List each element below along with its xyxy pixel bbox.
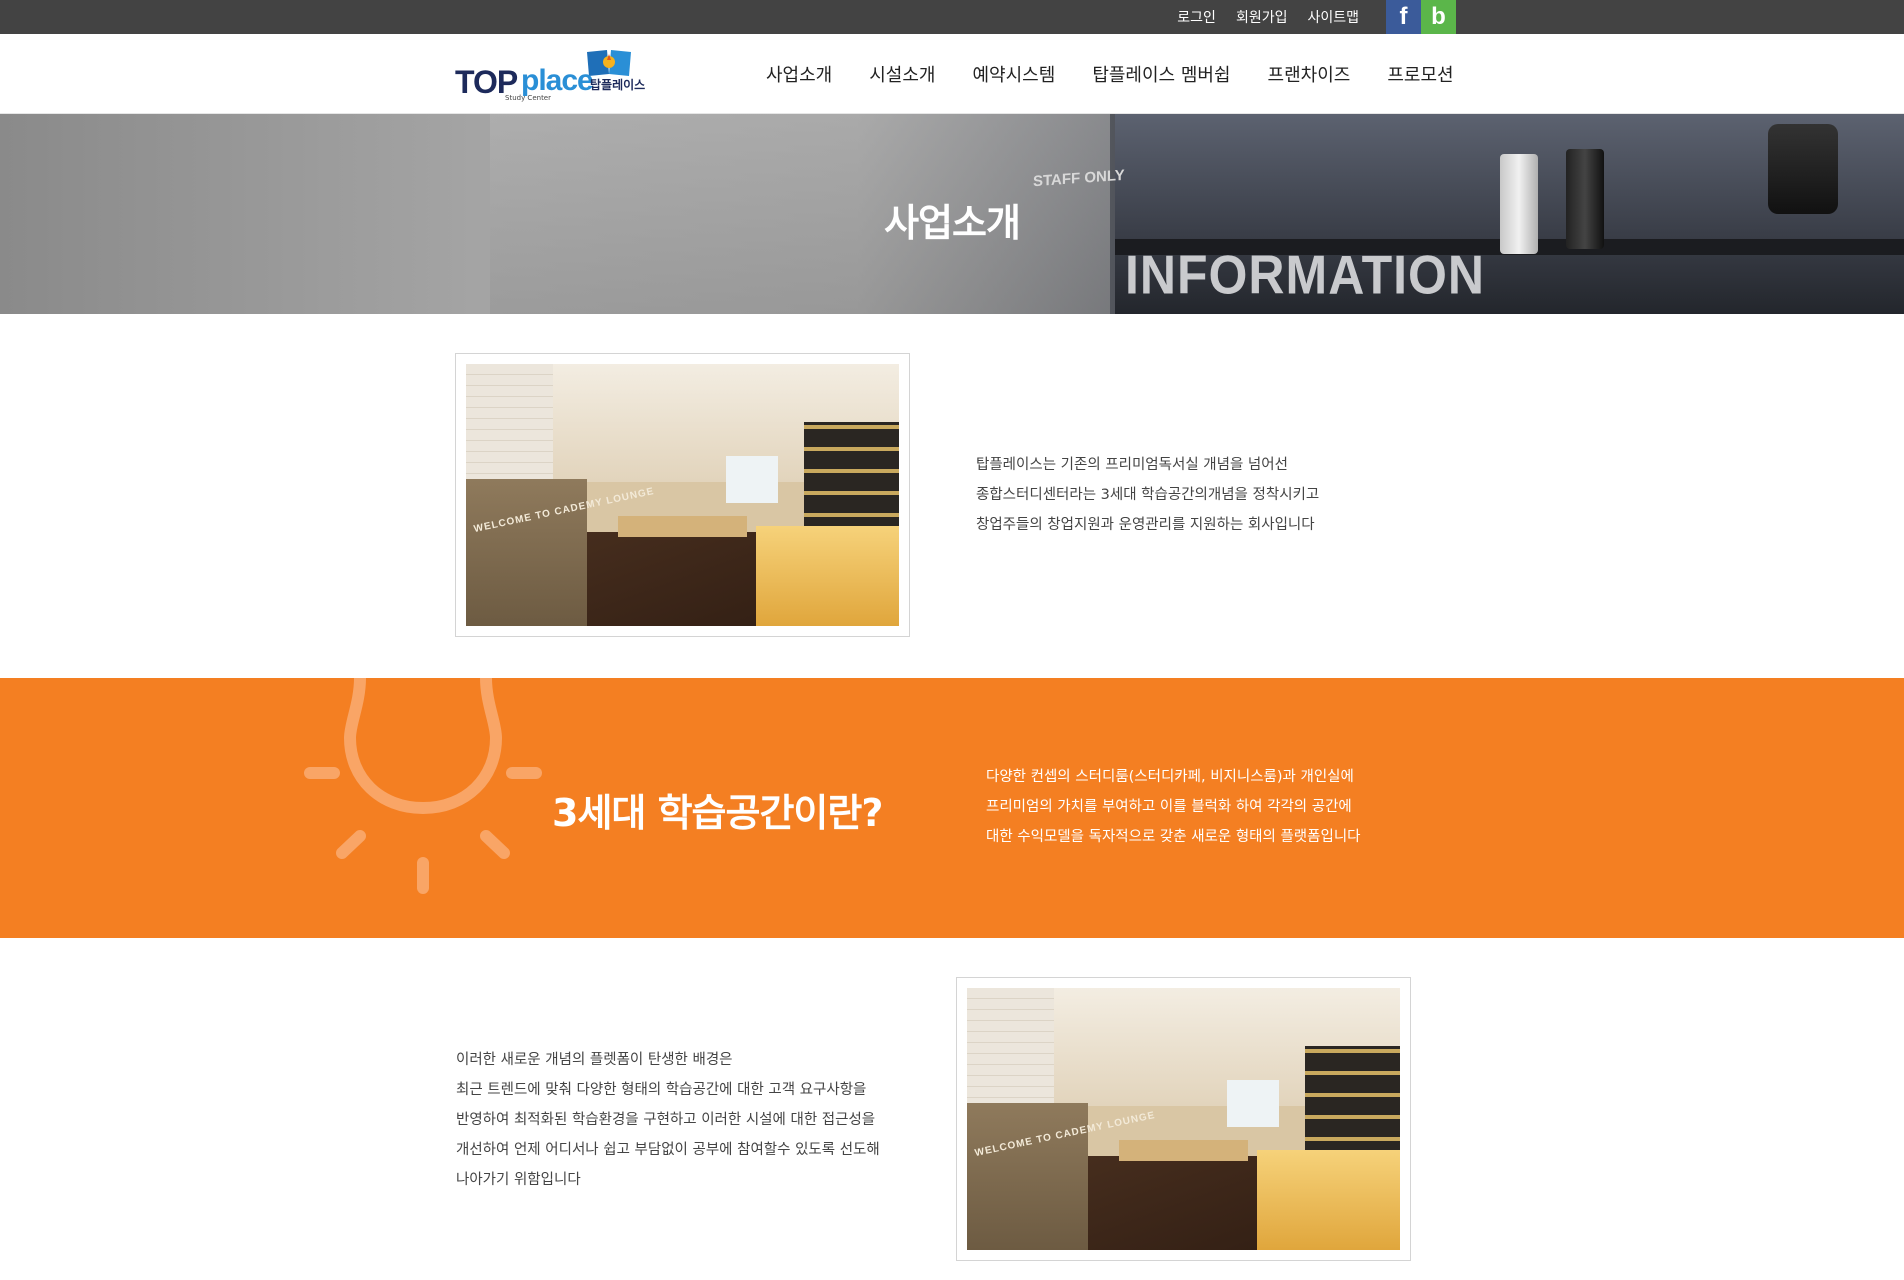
logo-subtitle: Study Center bbox=[505, 94, 551, 102]
intro-text: 탑플레이스는 기존의 프리미엄독서실 개념을 넘어선 종합스터디센터라는 3세대… bbox=[976, 450, 1319, 540]
background-photo-frame: WELCOME TO CADEMY LOUNGE bbox=[956, 977, 1411, 1261]
concept-line: 다양한 컨셉의 스터디룸(스터디카페, 비지니스룸)과 개인실에 bbox=[986, 769, 1354, 785]
nav-item-facilities[interactable]: 시설소개 bbox=[869, 61, 935, 87]
concept-line: 대한 수익모델을 독자적으로 갖춘 새로운 형태의 플랫폼입니다 bbox=[986, 829, 1361, 845]
social-links: f b bbox=[1386, 0, 1456, 34]
background-line: 이러한 새로운 개념의 플렛폼이 탄생한 배경은 bbox=[456, 1052, 733, 1068]
main-nav: 사업소개 시설소개 예약시스템 탑플레이스 멤버쉽 프랜차이즈 프로모션 bbox=[766, 34, 1491, 114]
nav-item-business[interactable]: 사업소개 bbox=[766, 61, 832, 87]
concept-heading: 3세대 학습공간이란? bbox=[552, 791, 883, 835]
information-sign: INFORMATION bbox=[1125, 244, 1486, 306]
concept-section: 3세대 학습공간이란? 다양한 컨셉의 스터디룸(스터디카페, 비지니스룸)과 … bbox=[0, 678, 1904, 938]
lightbulb-icon bbox=[304, 678, 542, 894]
top-utility-bar: 로그인 회원가입 사이트맵 f b bbox=[0, 0, 1904, 34]
nav-item-franchise[interactable]: 프랜차이즈 bbox=[1268, 61, 1351, 87]
logo-korean: 탑플레이스 bbox=[590, 78, 646, 92]
intro-line: 종합스터디센터라는 3세대 학습공간의개념을 정착시키고 bbox=[976, 487, 1320, 503]
page-title: 사업소개 bbox=[884, 201, 1021, 245]
intro-photo-frame: WELCOME TO CADEMY LOUNGE bbox=[455, 353, 910, 637]
logo-accent-text: place bbox=[521, 64, 594, 97]
login-link[interactable]: 로그인 bbox=[1177, 7, 1216, 27]
logo[interactable]: TOP place Study Center 탑플레이스 bbox=[455, 46, 665, 104]
sitemap-link[interactable]: 사이트맵 bbox=[1307, 7, 1359, 27]
hero-banner: STAFF ONLY INFORMATION 사업소개 bbox=[0, 114, 1904, 314]
background-line: 반영하여 최적화된 학습환경을 구현하고 이러한 시설에 대한 접근성을 bbox=[456, 1112, 876, 1128]
utility-links: 로그인 회원가입 사이트맵 bbox=[1157, 0, 1359, 34]
nav-item-reservation[interactable]: 예약시스템 bbox=[973, 61, 1056, 87]
nav-item-promotion[interactable]: 프로모션 bbox=[1387, 61, 1453, 87]
background-line: 개선하여 언제 어디서나 쉽고 부담없이 공부에 참여할수 있도록 선도해 bbox=[456, 1142, 880, 1158]
blog-icon[interactable]: b bbox=[1421, 0, 1456, 34]
intro-line: 창업주들의 창업지원과 운영관리를 지원하는 회사입니다 bbox=[976, 517, 1315, 533]
concept-text: 다양한 컨셉의 스터디룸(스터디카페, 비지니스룸)과 개인실에 프리미엄의 가… bbox=[986, 762, 1361, 852]
lounge-photo: WELCOME TO CADEMY LOUNGE bbox=[466, 364, 899, 626]
intro-line: 탑플레이스는 기존의 프리미엄독서실 개념을 넘어선 bbox=[976, 457, 1288, 473]
background-text: 이러한 새로운 개념의 플렛폼이 탄생한 배경은 최근 트렌드에 맞춰 다양한 … bbox=[456, 1045, 880, 1195]
background-line: 최근 트렌드에 맞춰 다양한 형태의 학습공간에 대한 고객 요구사항을 bbox=[456, 1082, 867, 1098]
concept-line: 프리미엄의 가치를 부여하고 이를 블럭화 하여 각각의 공간에 bbox=[986, 799, 1352, 815]
lounge-photo: WELCOME TO CADEMY LOUNGE bbox=[967, 988, 1400, 1250]
facebook-icon[interactable]: f bbox=[1386, 0, 1421, 34]
background-line: 나아가기 위함입니다 bbox=[456, 1172, 581, 1188]
signup-link[interactable]: 회원가입 bbox=[1236, 7, 1288, 27]
nav-item-membership[interactable]: 탑플레이스 멤버쉽 bbox=[1092, 61, 1230, 87]
site-header: TOP place Study Center 탑플레이스 사업소개 시설소개 예… bbox=[0, 34, 1904, 114]
